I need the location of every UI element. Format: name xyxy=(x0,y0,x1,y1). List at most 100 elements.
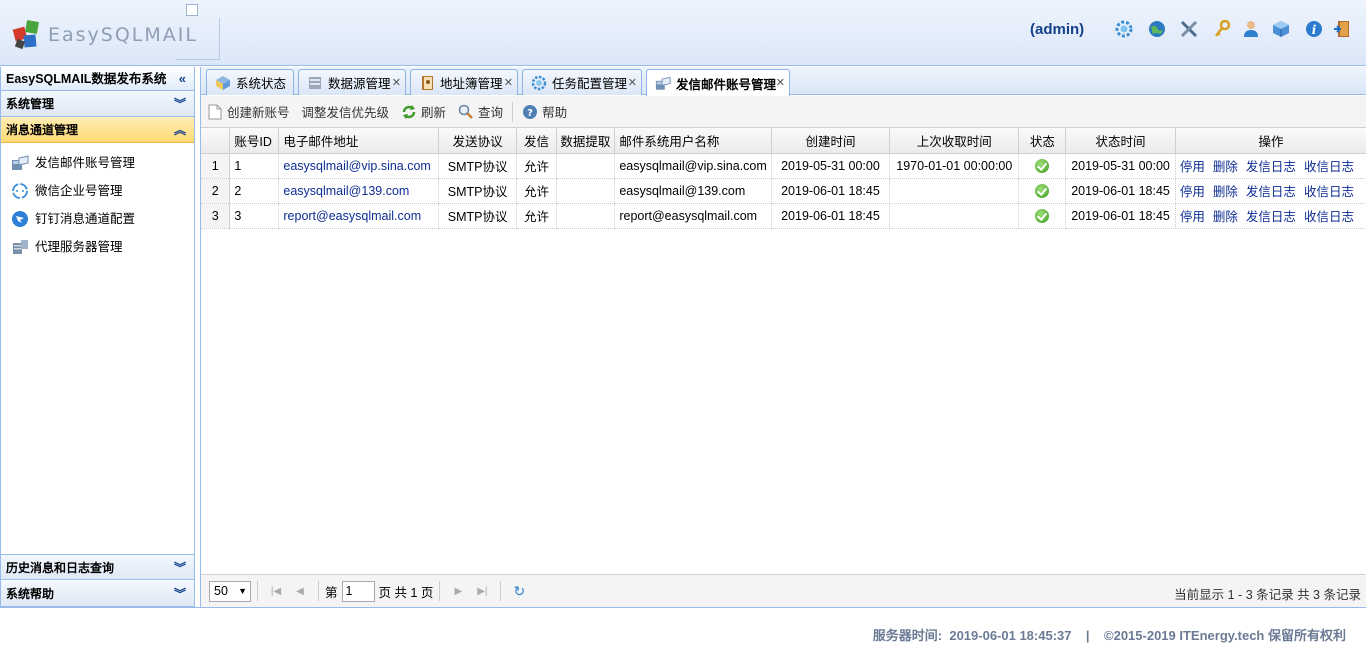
send-permission: 允许 xyxy=(516,203,557,229)
mail-username: report@easysqlmail.com xyxy=(614,203,772,229)
sidebar-item-wechat[interactable]: 微信企业号管理 xyxy=(1,177,194,205)
delete-link[interactable]: 删除 xyxy=(1213,185,1238,199)
sidebar-item-dingtalk[interactable]: 钉钉消息通道配置 xyxy=(1,205,194,233)
disable-link[interactable]: 停用 xyxy=(1180,210,1205,224)
tab-task-config[interactable]: 任务配置管理 ✕ xyxy=(522,69,642,95)
table-row[interactable]: 2 2 easysqlmail@139.com SMTP协议 允许 easysq… xyxy=(201,178,1366,204)
column-header-status[interactable]: 状态 xyxy=(1018,128,1067,154)
globe-icon[interactable] xyxy=(1146,18,1168,40)
tools-icon[interactable] xyxy=(1178,18,1200,40)
column-header-send[interactable]: 发信 xyxy=(516,128,557,154)
refresh-button[interactable]: 刷新 xyxy=(395,101,452,123)
status-icon xyxy=(215,75,231,91)
reload-icon[interactable]: ↻ xyxy=(509,581,529,601)
account-id: 1 xyxy=(229,153,280,179)
cube-icon[interactable] xyxy=(1270,18,1292,40)
account-id: 3 xyxy=(229,203,280,229)
button-label: 帮助 xyxy=(542,106,568,120)
adjust-priority-button[interactable]: 调整发信优先级 xyxy=(296,101,396,123)
disable-link[interactable]: 停用 xyxy=(1180,160,1205,174)
send-log-link[interactable]: 发信日志 xyxy=(1246,210,1296,224)
accounts-table: 账号ID 电子邮件地址 发送协议 发信 数据提取 邮件系统用户名称 创建时间 上… xyxy=(201,128,1366,229)
status-time: 2019-06-01 18:45 xyxy=(1065,203,1176,229)
accounts-grid: 账号ID 电子邮件地址 发送协议 发信 数据提取 邮件系统用户名称 创建时间 上… xyxy=(201,128,1366,574)
send-log-link[interactable]: 发信日志 xyxy=(1246,185,1296,199)
section-channel-management[interactable]: 消息通道管理 ︽ xyxy=(1,117,194,143)
help-icon: ? xyxy=(522,104,538,120)
button-label: 调整发信优先级 xyxy=(301,106,390,120)
page-size-select[interactable]: 50 ▼ xyxy=(209,580,251,602)
new-document-icon xyxy=(207,104,223,120)
section-label: 系统管理 xyxy=(6,97,55,111)
column-header-username[interactable]: 邮件系统用户名称 xyxy=(614,128,772,154)
receive-log-link[interactable]: 收信日志 xyxy=(1304,185,1354,199)
tab-label: 任务配置管理 xyxy=(552,77,628,91)
email-link[interactable]: easysqlmail@vip.sina.com xyxy=(283,159,430,173)
status-ok-icon xyxy=(1035,158,1050,173)
help-button[interactable]: ? 帮助 xyxy=(516,101,573,123)
tab-system-status[interactable]: 系统状态 xyxy=(206,69,294,95)
logo-decoration xyxy=(186,4,198,16)
svg-text:i: i xyxy=(1312,23,1317,37)
delete-link[interactable]: 删除 xyxy=(1213,210,1238,224)
tab-addressbook[interactable]: 地址簿管理 ✕ xyxy=(410,69,518,95)
row-number: 1 xyxy=(201,153,231,179)
column-header-email[interactable]: 电子邮件地址 xyxy=(278,128,439,154)
email-link[interactable]: easysqlmail@139.com xyxy=(283,184,409,198)
send-log-link[interactable]: 发信日志 xyxy=(1246,160,1296,174)
column-header-protocol[interactable]: 发送协议 xyxy=(438,128,518,154)
column-header-created[interactable]: 创建时间 xyxy=(771,128,891,154)
created-time: 2019-06-01 18:45 xyxy=(771,203,891,229)
close-icon[interactable]: ✕ xyxy=(628,76,637,89)
column-header-actions: 操作 xyxy=(1175,128,1366,154)
first-page-icon[interactable]: |◀ xyxy=(266,581,286,601)
key-icon[interactable] xyxy=(1211,18,1233,40)
sidebar-item-mail-accounts[interactable]: 发信邮件账号管理 xyxy=(1,149,194,177)
data-extract xyxy=(556,203,616,229)
prev-page-icon[interactable]: ◀ xyxy=(290,581,310,601)
page-number-input[interactable] xyxy=(341,580,375,602)
current-user[interactable]: (admin) xyxy=(1030,21,1084,38)
close-icon[interactable]: ✕ xyxy=(776,76,785,89)
close-icon[interactable]: ✕ xyxy=(504,76,513,89)
chevron-down-icon: ▼ xyxy=(238,586,247,596)
next-page-icon[interactable]: ▶ xyxy=(448,581,468,601)
table-row[interactable]: 1 1 easysqlmail@vip.sina.com SMTP协议 允许 e… xyxy=(201,153,1366,179)
create-account-button[interactable]: 创建新账号 xyxy=(201,101,296,123)
record-info: 当前显示 1 - 3 条记录 共 3 条记录 xyxy=(1174,588,1361,602)
mail-username: easysqlmail@vip.sina.com xyxy=(614,153,772,179)
chevron-down-icon: ︾ xyxy=(173,587,186,601)
user-icon[interactable] xyxy=(1240,18,1262,40)
section-label: 消息通道管理 xyxy=(6,123,79,137)
column-header-status-time[interactable]: 状态时间 xyxy=(1065,128,1176,154)
table-row[interactable]: 3 3 report@easysqlmail.com SMTP协议 允许 rep… xyxy=(201,203,1366,229)
query-button[interactable]: 查询 xyxy=(452,101,509,123)
section-help[interactable]: 系统帮助 ︾ xyxy=(1,581,194,607)
last-page-icon[interactable]: ▶| xyxy=(472,581,492,601)
section-history[interactable]: 历史消息和日志查询 ︾ xyxy=(1,554,194,580)
receive-log-link[interactable]: 收信日志 xyxy=(1304,160,1354,174)
gear-icon[interactable] xyxy=(1113,18,1135,40)
sidebar-item-proxy[interactable]: 代理服务器管理 xyxy=(1,233,194,261)
sidebar-collapse-icon[interactable]: « xyxy=(179,67,186,91)
page-label: 第 xyxy=(325,585,338,600)
sidebar-title: EasySQLMAIL数据发布系统 « xyxy=(1,67,194,91)
status-time: 2019-06-01 18:45 xyxy=(1065,178,1176,204)
mail-server-icon xyxy=(11,154,29,172)
close-icon[interactable]: ✕ xyxy=(392,76,401,89)
sidebar-item-label: 代理服务器管理 xyxy=(35,240,123,254)
info-icon[interactable]: i xyxy=(1303,18,1325,40)
column-header-extract[interactable]: 数据提取 xyxy=(556,128,616,154)
status-cell xyxy=(1018,203,1067,229)
email-link[interactable]: report@easysqlmail.com xyxy=(283,209,421,223)
column-header-last-fetch[interactable]: 上次收取时间 xyxy=(889,128,1020,154)
column-header-id[interactable]: 账号ID xyxy=(229,128,280,154)
disable-link[interactable]: 停用 xyxy=(1180,185,1205,199)
exit-icon[interactable] xyxy=(1331,18,1353,40)
delete-link[interactable]: 删除 xyxy=(1213,160,1238,174)
tab-datasource[interactable]: 数据源管理 ✕ xyxy=(298,69,406,95)
receive-log-link[interactable]: 收信日志 xyxy=(1304,210,1354,224)
section-system-management[interactable]: 系统管理 ︾ xyxy=(1,91,194,117)
tab-mail-accounts[interactable]: 发信邮件账号管理 ✕ xyxy=(646,69,790,96)
actions-cell: 停用 删除 发信日志 收信日志 xyxy=(1175,178,1366,204)
